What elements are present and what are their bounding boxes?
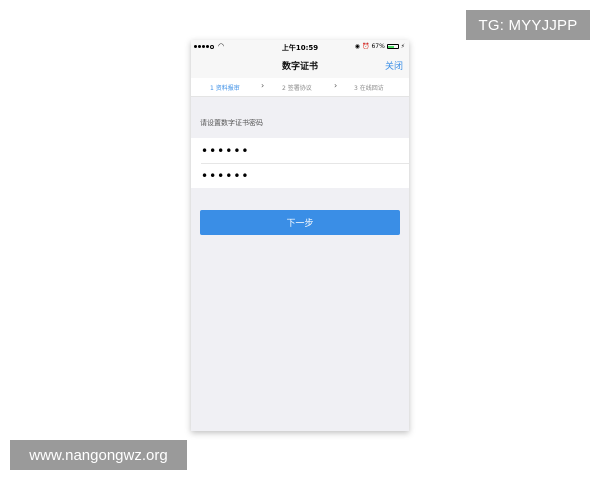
lock-rotation-icon: ◉	[354, 43, 360, 50]
watermark-site: www.nangongwz.org	[10, 440, 187, 470]
password-group	[191, 138, 409, 188]
chevron-right-icon: ›	[261, 81, 265, 90]
watermark-telegram: TG: MYYJJPP	[466, 10, 590, 40]
alarm-icon: ⏰	[361, 43, 370, 50]
status-bar: ◠ 上午10:59 ◉ ⏰ 67% ⚡	[191, 40, 409, 54]
chevron-right-icon: ›	[334, 81, 338, 90]
phone-screen: ◠ 上午10:59 ◉ ⏰ 67% ⚡ 数字证书 关闭 1 资料报审 › 2 签…	[191, 40, 409, 431]
step-3: 3 在线回访	[354, 85, 384, 92]
battery-percent: 67%	[371, 43, 385, 50]
step-2: 2 签署协议	[282, 85, 312, 92]
close-button[interactable]: 关闭	[385, 59, 403, 72]
status-right: ◉ ⏰ 67% ⚡	[355, 43, 405, 50]
charging-icon: ⚡	[400, 43, 405, 50]
battery-icon	[386, 44, 399, 49]
page-title: 数字证书	[281, 62, 318, 72]
confirm-password-input[interactable]	[191, 164, 409, 188]
password-input[interactable]	[191, 139, 409, 163]
step-1: 1 资料报审	[210, 85, 240, 92]
password-prompt: 请设置数字证书密码	[200, 119, 263, 127]
step-indicator: 1 资料报审 › 2 签署协议 › 3 在线回访	[191, 78, 409, 97]
next-button[interactable]: 下一步	[200, 210, 400, 235]
navigation-bar: 数字证书 关闭	[191, 54, 409, 78]
